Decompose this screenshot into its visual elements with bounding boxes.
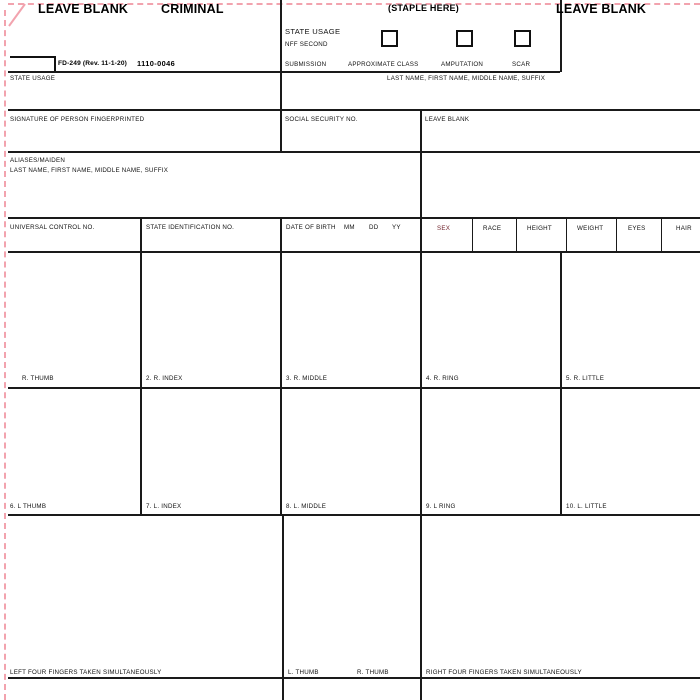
divider-demo-race-height: [516, 218, 517, 252]
print-label-r-index: 2. R. INDEX: [146, 375, 183, 382]
divider-demo-weight-eyes: [616, 218, 617, 252]
corner-slash-mark: [5, 2, 31, 28]
label-aliases-name-format: LAST NAME, FIRST NAME, MIDDLE NAME, SUFF…: [10, 167, 169, 174]
rule-print-row-1: [8, 387, 700, 389]
form-number: FD-249 (Rev. 11-1-20): [58, 60, 127, 67]
checkbox-label-scar: SCAR: [512, 61, 531, 68]
print-label-l-ring: 9. L RING: [426, 503, 456, 510]
print-label-right-four-simultaneous: RIGHT FOUR FINGERS TAKEN SIMULTANEOUSLY: [426, 669, 582, 676]
label-state-usage-left: STATE USAGE: [10, 75, 56, 82]
rule-name-row: [8, 109, 700, 111]
print-label-r-little: 5. R. LITTLE: [566, 375, 605, 382]
divider-bottom-2: [420, 515, 422, 700]
checkbox-label-approximate-class: APPROXIMATE CLASS: [348, 61, 419, 68]
print-label-l-thumb: 6. L THUMB: [10, 503, 47, 510]
header-state-usage: STATE USAGE: [285, 27, 341, 36]
divider-demo-height-weight: [566, 218, 567, 252]
divider-print-col-2: [280, 252, 282, 514]
label-dob-dd: DD: [369, 224, 379, 231]
rule-print-row-2: [8, 514, 700, 516]
divider-print-col-3: [420, 252, 422, 514]
print-label-bottom-r-thumb: R. THUMB: [357, 669, 389, 676]
print-label-r-thumb: R. THUMB: [22, 375, 54, 382]
label-signature: SIGNATURE OF PERSON FINGERPRINTED: [10, 116, 145, 123]
label-dob-yy: YY: [392, 224, 401, 231]
label-race: RACE: [483, 225, 502, 232]
rule-demographics-row: [8, 251, 700, 253]
label-date-of-birth: DATE OF BIRTH: [286, 224, 336, 231]
print-label-l-little: 10. L. LITTLE: [566, 503, 607, 510]
label-eyes: EYES: [628, 225, 646, 232]
rule-aliases-row: [8, 217, 700, 219]
rule-signature-row: [8, 151, 700, 153]
header-leave-blank-right: LEAVE BLANK: [556, 2, 647, 16]
label-state-identification-no: STATE IDENTIFICATION NO.: [146, 224, 235, 231]
divider-demo-1: [140, 218, 142, 252]
divider-print-col-1: [140, 252, 142, 514]
checkbox-approximate-class[interactable]: [381, 30, 398, 47]
rule-print-row-3: [8, 677, 700, 679]
print-label-r-middle: 3. R. MIDDLE: [286, 375, 328, 382]
print-label-left-four-simultaneous: LEFT FOUR FINGERS TAKEN SIMULTANEOUSLY: [10, 669, 162, 676]
divider-demo-eyes-hair: [661, 218, 662, 252]
checkbox-scar[interactable]: [514, 30, 531, 47]
header-staple-here: (STAPLE HERE): [388, 3, 459, 13]
trim-mark-left: [4, 10, 6, 700]
rule-header-mid: [280, 71, 560, 73]
print-label-bottom-l-thumb: L. THUMB: [288, 669, 319, 676]
divider-demo-2: [280, 218, 282, 252]
label-aliases-maiden: ALIASES/MAIDEN: [10, 157, 66, 164]
label-sex: SEX: [437, 225, 451, 232]
header-submission: SUBMISSION: [285, 61, 327, 68]
fingerprint-card: LEAVE BLANK CRIMINAL (STAPLE HERE) LEAVE…: [0, 0, 700, 700]
label-universal-control-no: UNIVERSAL CONTROL NO.: [10, 224, 95, 231]
divider-print-col-4: [560, 252, 562, 514]
header-criminal: CRIMINAL: [161, 2, 224, 16]
label-ssn: SOCIAL SECURITY NO.: [285, 116, 358, 123]
print-label-l-index: 7. L. INDEX: [146, 503, 182, 510]
label-height: HEIGHT: [527, 225, 552, 232]
checkbox-amputation[interactable]: [456, 30, 473, 47]
divider-upper-left: [280, 0, 282, 152]
rule-header-left: [8, 71, 280, 73]
label-weight: WEIGHT: [577, 225, 604, 232]
label-hair: HAIR: [676, 225, 692, 232]
print-label-r-ring: 4. R. RING: [426, 375, 459, 382]
omb-number: 1110-0046: [137, 59, 176, 68]
state-usage-stub-box: [10, 56, 56, 71]
label-name-line: LAST NAME, FIRST NAME, MIDDLE NAME, SUFF…: [387, 75, 546, 82]
divider-demo-sex-race: [472, 218, 473, 252]
print-label-l-middle: 8. L. MIDDLE: [286, 503, 327, 510]
label-dob-mm: MM: [344, 224, 355, 231]
label-leave-blank-block: LEAVE BLANK: [425, 116, 470, 123]
header-leave-blank-left: LEAVE BLANK: [38, 2, 129, 16]
checkbox-label-amputation: AMPUTATION: [441, 61, 484, 68]
divider-bottom-1: [282, 515, 284, 700]
header-nff-second: NFF SECOND: [285, 41, 328, 48]
divider-leave-blank-block: [420, 110, 422, 252]
